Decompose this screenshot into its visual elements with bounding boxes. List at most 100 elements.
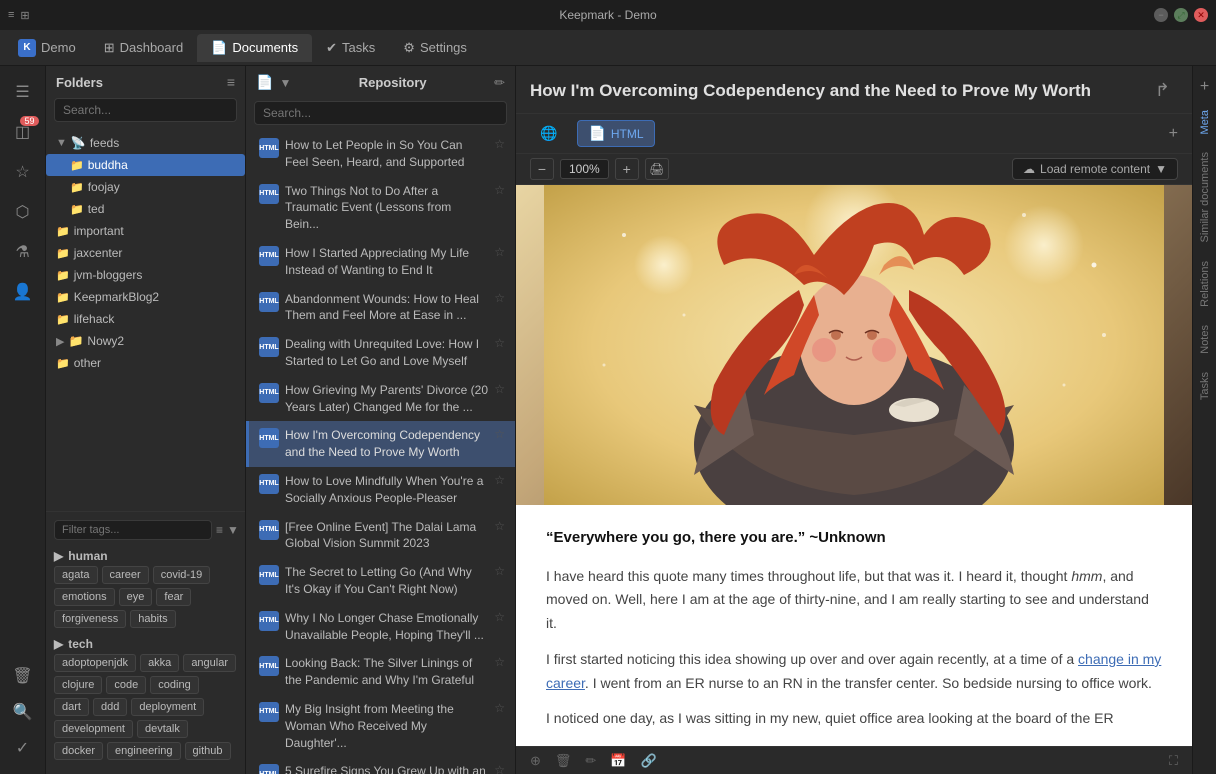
folder-item-keepmarkblog2[interactable]: 📁 KeepmarkBlog2 — [46, 286, 245, 308]
maximize-button[interactable]: ⤢ — [1174, 8, 1188, 22]
meta-add-button[interactable]: + — [1196, 74, 1213, 100]
list-item[interactable]: HTML My Big Insight from Meeting the Wom… — [246, 695, 515, 757]
doc-add-icon[interactable]: + — [1169, 125, 1178, 143]
minimize-button[interactable]: − — [1154, 8, 1168, 22]
bottom-add-icon[interactable]: ⊕ — [526, 751, 545, 771]
doc-career-link[interactable]: change in my career — [546, 651, 1161, 691]
tag-chip-eye[interactable]: eye — [119, 588, 153, 606]
folders-search-input[interactable] — [54, 98, 237, 122]
tab-settings[interactable]: ⚙ Settings — [389, 34, 481, 62]
list-item[interactable]: HTML [Free Online Event] The Dalai Lama … — [246, 513, 515, 559]
tag-chip-github[interactable]: github — [185, 742, 231, 760]
repo-item-star[interactable]: ☆ — [494, 473, 505, 487]
tab-demo[interactable]: K Demo — [4, 33, 90, 63]
repo-item-star[interactable]: ☆ — [494, 382, 505, 396]
repo-item-star[interactable]: ☆ — [494, 610, 505, 624]
zoom-out-button[interactable]: − — [530, 158, 554, 180]
repo-search-input[interactable] — [254, 101, 507, 125]
doc-tab-web[interactable]: 🌐 — [530, 121, 567, 146]
tag-chip-habits[interactable]: habits — [130, 610, 175, 628]
tag-chip-code[interactable]: code — [106, 676, 146, 694]
repo-item-star[interactable]: ☆ — [494, 245, 505, 259]
list-item[interactable]: HTML How I Started Appreciating My Life … — [246, 239, 515, 285]
tag-chip-deployment[interactable]: deployment — [131, 698, 204, 716]
list-item[interactable]: HTML The Secret to Letting Go (And Why I… — [246, 558, 515, 604]
repo-item-star[interactable]: ☆ — [494, 427, 505, 441]
folder-item-ted[interactable]: 📁 ted — [46, 198, 245, 220]
tag-chip-angular[interactable]: angular — [183, 654, 236, 672]
load-remote-button[interactable]: ☁ Load remote content ▼ — [1012, 158, 1178, 180]
folder-item-lifehack[interactable]: 📁 lifehack — [46, 308, 245, 330]
folder-item-jaxcenter[interactable]: 📁 jaxcenter — [46, 242, 245, 264]
list-item[interactable]: HTML How Grieving My Parents' Divorce (2… — [246, 376, 515, 422]
filter-button[interactable]: ⚗ — [5, 234, 41, 270]
folder-item-foojay[interactable]: 📁 foojay — [46, 176, 245, 198]
list-item[interactable]: HTML How to Let People in So You Can Fee… — [246, 131, 515, 177]
bottom-fullscreen-icon[interactable]: ⛶ — [1165, 751, 1182, 771]
repo-chevron-icon[interactable]: ▼ — [279, 76, 291, 90]
user-button[interactable]: 👤 — [5, 274, 41, 310]
tag-group-tech-header[interactable]: ▶ tech — [54, 634, 237, 654]
tab-tasks[interactable]: ✔ Tasks — [312, 34, 389, 62]
meta-tab-notes[interactable]: Notes — [1195, 317, 1215, 362]
tags-expand-icon[interactable]: ▼ — [227, 523, 239, 537]
folder-item-important[interactable]: 📁 important — [46, 220, 245, 242]
tag-chip-covid19[interactable]: covid-19 — [153, 566, 211, 584]
tag-chip-forgiveness[interactable]: forgiveness — [54, 610, 126, 628]
folder-item-other[interactable]: 📁 other — [46, 352, 245, 374]
repo-add-icon[interactable]: 📄 — [256, 74, 273, 91]
folders-menu-icon[interactable]: ≡ — [227, 74, 235, 90]
folder-item-buddha[interactable]: 📁 buddha — [46, 154, 245, 176]
list-item[interactable]: HTML Looking Back: The Silver Linings of… — [246, 649, 515, 695]
list-item[interactable]: HTML Dealing with Unrequited Love: How I… — [246, 330, 515, 376]
folder-item-nowy2[interactable]: ▶ 📁 Nowy2 — [46, 330, 245, 352]
doc-share-button[interactable]: ↱ — [1147, 76, 1178, 105]
check-button[interactable]: ✓ — [5, 730, 41, 766]
list-item[interactable]: HTML How I'm Overcoming Codependency and… — [246, 421, 515, 467]
tag-chip-adoptopenjdk[interactable]: adoptopenjdk — [54, 654, 136, 672]
tag-chip-engineering[interactable]: engineering — [107, 742, 181, 760]
repo-item-star[interactable]: ☆ — [494, 291, 505, 305]
meta-tab-meta[interactable]: Meta — [1195, 102, 1215, 142]
folder-item-jvm-bloggers[interactable]: 📁 jvm-bloggers — [46, 264, 245, 286]
meta-tab-tasks[interactable]: Tasks — [1195, 364, 1215, 408]
tag-chip-coding[interactable]: coding — [150, 676, 198, 694]
tags-button[interactable]: ⬡ — [5, 194, 41, 230]
print-button[interactable]: 🖨 — [645, 158, 669, 180]
doc-content[interactable]: “Everywhere you go, there you are.” ~Unk… — [516, 185, 1192, 746]
search-global-button[interactable]: 🔍 — [5, 694, 41, 730]
tag-chip-devtalk[interactable]: devtalk — [137, 720, 188, 738]
inbox-button[interactable]: ◫ 59 — [5, 114, 41, 150]
bottom-calendar-icon[interactable]: 📅 — [606, 751, 630, 771]
repo-item-star[interactable]: ☆ — [494, 701, 505, 715]
repo-item-star[interactable]: ☆ — [494, 564, 505, 578]
repo-edit-icon[interactable]: ✏ — [494, 75, 505, 91]
bottom-trash-icon[interactable]: 🗑 — [551, 751, 576, 771]
doc-tab-html[interactable]: 📄 HTML — [577, 120, 654, 147]
folder-item-feeds[interactable]: ▼ 📡 feeds — [46, 132, 245, 154]
tag-chip-akka[interactable]: akka — [140, 654, 179, 672]
tag-chip-development[interactable]: development — [54, 720, 133, 738]
list-item[interactable]: HTML Two Things Not to Do After a Trauma… — [246, 177, 515, 239]
tag-chip-ddd[interactable]: ddd — [93, 698, 127, 716]
list-item[interactable]: HTML 5 Surefire Signs You Grew Up with a… — [246, 757, 515, 774]
tag-chip-agata[interactable]: agata — [54, 566, 98, 584]
bottom-edit-icon[interactable]: ✏ — [581, 751, 600, 771]
list-item[interactable]: HTML How to Love Mindfully When You're a… — [246, 467, 515, 513]
meta-tab-relations[interactable]: Relations — [1195, 253, 1215, 315]
repo-item-star[interactable]: ☆ — [494, 137, 505, 151]
close-button[interactable]: ✕ — [1194, 8, 1208, 22]
tag-chip-emotions[interactable]: emotions — [54, 588, 115, 606]
trash-button[interactable]: 🗑 — [5, 658, 41, 694]
tag-chip-docker[interactable]: docker — [54, 742, 103, 760]
list-item[interactable]: HTML Why I No Longer Chase Emotionally U… — [246, 604, 515, 650]
tag-chip-career[interactable]: career — [102, 566, 149, 584]
zoom-in-button[interactable]: + — [615, 158, 639, 180]
repo-item-star[interactable]: ☆ — [494, 519, 505, 533]
tag-chip-dart[interactable]: dart — [54, 698, 89, 716]
list-item[interactable]: HTML Abandonment Wounds: How to Heal The… — [246, 285, 515, 331]
hamburger-button[interactable]: ☰ — [5, 74, 41, 110]
tab-dashboard[interactable]: ⊞ Dashboard — [90, 34, 198, 62]
tag-chip-clojure[interactable]: clojure — [54, 676, 102, 694]
bottom-link-icon[interactable]: 🔗 — [637, 751, 661, 771]
